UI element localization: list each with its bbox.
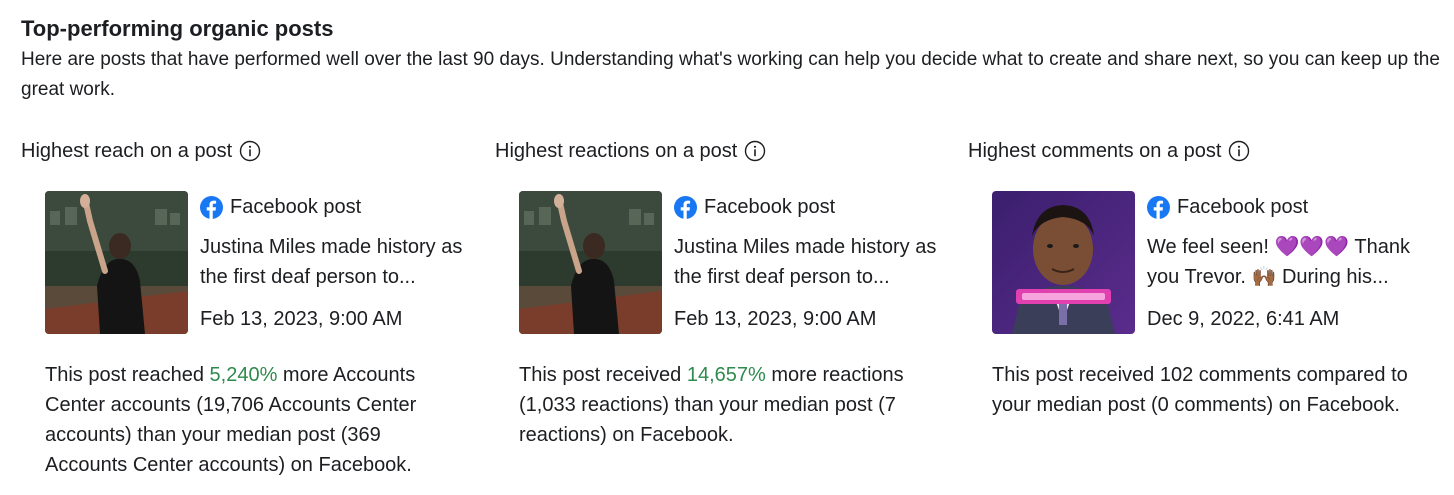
post-card[interactable]: Facebook post Justina Miles made history…	[519, 191, 939, 336]
post-thumbnail[interactable]	[992, 191, 1135, 334]
facebook-logo-icon	[200, 195, 223, 219]
column-heading-label: Highest reactions on a post	[495, 140, 738, 162]
post-caption: We feel seen! 💜💜💜 Thank you Trevor. 🙌🏾 D…	[1147, 236, 1410, 288]
post-type-label: Facebook post	[230, 196, 362, 218]
description-text: This post received 102 comments compared…	[992, 364, 1408, 416]
column-heading-label: Highest reach on a post	[21, 140, 233, 162]
column-heading-label: Highest comments on a post	[968, 140, 1222, 162]
info-icon[interactable]	[239, 140, 261, 162]
facebook-logo-icon	[674, 195, 697, 219]
column-heading: Highest reach on a post	[21, 136, 461, 166]
info-icon[interactable]	[744, 140, 766, 162]
section-subtitle: Here are posts that have performed well …	[21, 49, 1440, 100]
highest-comments-column: Highest comments on a post Facebook post…	[968, 136, 1410, 416]
column-heading: Highest reactions on a post	[495, 136, 935, 166]
highest-reach-column: Highest reach on a post Facebook post Ju…	[21, 136, 462, 476]
post-performance-description: This post received 14,657% more reaction…	[519, 360, 939, 450]
post-type: Facebook post	[674, 192, 964, 222]
post-performance-description: This post received 102 comments compared…	[992, 360, 1412, 420]
post-type-label: Facebook post	[704, 196, 836, 218]
post-card[interactable]: Facebook post We feel seen! 💜💜💜 Thank yo…	[992, 191, 1412, 336]
post-caption: Justina Miles made history as the first …	[200, 236, 463, 288]
post-type-label: Facebook post	[1177, 196, 1309, 218]
post-date: Feb 13, 2023, 9:00 AM	[674, 308, 877, 330]
post-performance-description: This post reached 5,240% more Accounts C…	[45, 360, 465, 480]
post-type: Facebook post	[1147, 192, 1437, 222]
post-thumbnail[interactable]	[519, 191, 662, 334]
info-icon[interactable]	[1228, 140, 1250, 162]
facebook-logo-icon	[1147, 195, 1170, 219]
section-header: Top-performing organic posts Here are po…	[21, 14, 1446, 105]
post-meta: Facebook post Justina Miles made history…	[674, 191, 964, 334]
post-meta: Facebook post Justina Miles made history…	[200, 191, 490, 334]
post-date: Feb 13, 2023, 9:00 AM	[200, 308, 403, 330]
percentage-highlight: 14,657%	[686, 364, 766, 386]
description-text: This post reached	[45, 364, 210, 386]
post-meta: Facebook post We feel seen! 💜💜💜 Thank yo…	[1147, 191, 1437, 334]
section-title: Top-performing organic posts	[21, 16, 334, 41]
post-card[interactable]: Facebook post Justina Miles made history…	[45, 191, 465, 336]
post-date: Dec 9, 2022, 6:41 AM	[1147, 308, 1340, 330]
post-caption: Justina Miles made history as the first …	[674, 236, 937, 288]
post-type: Facebook post	[200, 192, 490, 222]
post-thumbnail[interactable]	[45, 191, 188, 334]
percentage-highlight: 5,240%	[209, 364, 278, 386]
description-text: This post received	[519, 364, 687, 386]
column-heading: Highest comments on a post	[968, 136, 1408, 166]
highest-reactions-column: Highest reactions on a post Facebook pos…	[495, 136, 936, 446]
